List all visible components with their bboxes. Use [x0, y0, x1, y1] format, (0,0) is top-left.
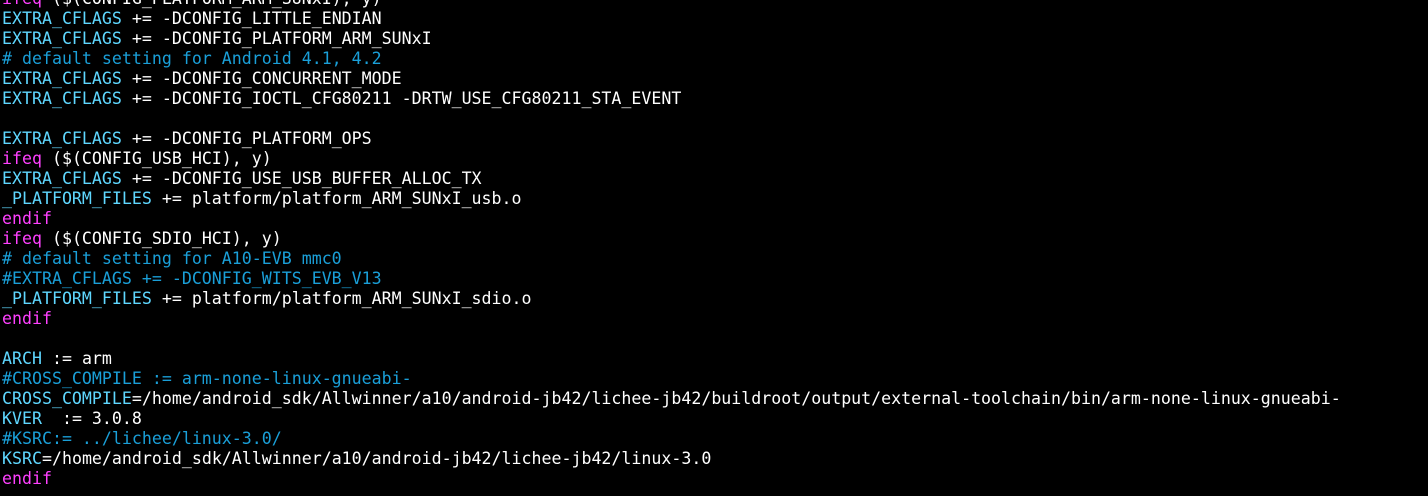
code-line: # default setting for A10-EVB mmc0 [2, 249, 1428, 269]
text-token: platform/platform_ARM_SUNxI_sdio.o [191, 289, 532, 308]
code-line: endif [2, 469, 1428, 489]
comment-token: #CROSS_COMPILE := arm-none-linux-gnueabi… [2, 369, 412, 388]
code-line: _PLATFORM_FILES += platform/platform_ARM… [2, 189, 1428, 209]
code-line: CROSS_COMPILE=/home/android_sdk/Allwinne… [2, 389, 1428, 409]
code-line: KSRC=/home/android_sdk/Allwinner/a10/and… [2, 449, 1428, 469]
code-line: ifeq ($(CONFIG_SDIO_HCI), y) [2, 229, 1428, 249]
code-line: #CROSS_COMPILE := arm-none-linux-gnueabi… [2, 369, 1428, 389]
code-line: EXTRA_CFLAGS += -DCONFIG_IOCTL_CFG80211 … [2, 89, 1428, 109]
text-token: -DCONFIG_IOCTL_CFG80211 -DRTW_USE_CFG802… [161, 89, 682, 108]
code-line: EXTRA_CFLAGS += -DCONFIG_CONCURRENT_MODE [2, 69, 1428, 89]
comment-token: # default setting for A10-EVB mmc0 [2, 249, 342, 268]
operator-token: += [151, 189, 192, 208]
variable-token: _PLATFORM_FILES [2, 289, 152, 308]
text-token: -DCONFIG_PLATFORM_ARM_SUNxI [161, 29, 432, 48]
variable-token: ARCH [2, 349, 42, 368]
variable-token: _PLATFORM_FILES [2, 189, 152, 208]
code-line: #KSRC:= ../lichee/linux-3.0/ [2, 429, 1428, 449]
operator-token: += [121, 89, 162, 108]
variable-token: EXTRA_CFLAGS [2, 129, 122, 148]
keyword-token: endif [2, 209, 52, 228]
keyword-token: ifeq [2, 149, 42, 168]
variable-token: CROSS_COMPILE [2, 389, 132, 408]
text-token: -DCONFIG_USE_USB_BUFFER_ALLOC_TX [161, 169, 482, 188]
text-token: platform/platform_ARM_SUNxI_usb.o [191, 189, 522, 208]
text-token: /home/android_sdk/Allwinner/a10/android-… [141, 389, 1341, 408]
operator-token: += [121, 29, 162, 48]
variable-token: EXTRA_CFLAGS [2, 69, 122, 88]
terminal-editor[interactable]: ifeq ($(CONFIG_PLATFORM_ARM_SUNxI), y)EX… [2, 0, 1428, 489]
code-line: endif [2, 209, 1428, 229]
code-line: endif [2, 309, 1428, 329]
code-line: ARCH := arm [2, 349, 1428, 369]
keyword-token: ifeq [2, 229, 42, 248]
code-line: EXTRA_CFLAGS += -DCONFIG_USE_USB_BUFFER_… [2, 169, 1428, 189]
comment-token: # default setting for Android 4.1, 4.2 [2, 49, 382, 68]
code-line: # default setting for Android 4.1, 4.2 [2, 49, 1428, 69]
comment-token: #KSRC:= ../lichee/linux-3.0/ [2, 429, 282, 448]
code-line: EXTRA_CFLAGS += -DCONFIG_LITTLE_ENDIAN [2, 9, 1428, 29]
text-token: ($(CONFIG_SDIO_HCI), y) [41, 229, 282, 248]
text-token: /home/android_sdk/Allwinner/a10/android-… [51, 449, 712, 468]
text-token: -DCONFIG_CONCURRENT_MODE [161, 69, 402, 88]
text-token: ($(CONFIG_PLATFORM_ARM_SUNxI), y) [42, 0, 382, 8]
operator-token: += [121, 169, 162, 188]
text-token: arm [81, 349, 112, 368]
operator-token: += [151, 289, 192, 308]
comment-token: #EXTRA_CFLAGS += -DCONFIG_WITS_EVB_V13 [2, 269, 382, 288]
text-token: -DCONFIG_PLATFORM_OPS [161, 129, 372, 148]
operator-token: = [41, 449, 52, 468]
code-line: _PLATFORM_FILES += platform/platform_ARM… [2, 289, 1428, 309]
empty-line [2, 109, 1428, 129]
keyword-token: endif [2, 309, 52, 328]
operator-token: = [131, 389, 142, 408]
variable-token: KVER [2, 409, 42, 428]
operator-token: := [41, 409, 92, 428]
variable-token: EXTRA_CFLAGS [2, 169, 122, 188]
variable-token: KSRC [2, 449, 42, 468]
code-line: EXTRA_CFLAGS += -DCONFIG_PLATFORM_OPS [2, 129, 1428, 149]
operator-token: += [121, 129, 162, 148]
code-line: EXTRA_CFLAGS += -DCONFIG_PLATFORM_ARM_SU… [2, 29, 1428, 49]
code-line: ifeq ($(CONFIG_PLATFORM_ARM_SUNxI), y) [2, 0, 1428, 9]
operator-token: += [121, 69, 162, 88]
empty-line [2, 329, 1428, 349]
variable-token: EXTRA_CFLAGS [2, 89, 122, 108]
text-token: 3.0.8 [91, 409, 142, 428]
code-line: #EXTRA_CFLAGS += -DCONFIG_WITS_EVB_V13 [2, 269, 1428, 289]
operator-token: += [121, 9, 162, 28]
keyword-token: ifeq [2, 0, 42, 8]
keyword-token: endif [2, 469, 52, 488]
text-token: ($(CONFIG_USB_HCI), y) [41, 149, 272, 168]
operator-token: := [41, 349, 82, 368]
text-token: -DCONFIG_LITTLE_ENDIAN [161, 9, 382, 28]
variable-token: EXTRA_CFLAGS [2, 9, 122, 28]
code-line: KVER := 3.0.8 [2, 409, 1428, 429]
variable-token: EXTRA_CFLAGS [2, 29, 122, 48]
code-line: ifeq ($(CONFIG_USB_HCI), y) [2, 149, 1428, 169]
